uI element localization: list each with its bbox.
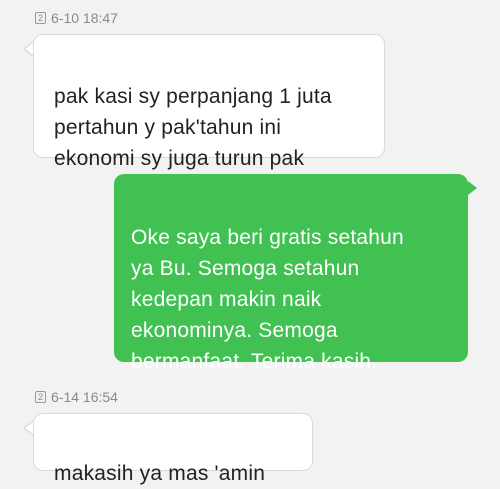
bubble-tail xyxy=(468,181,477,195)
timestamp-text: 6-10 18:47 xyxy=(51,10,118,26)
incoming-message-bubble[interactable]: pak kasi sy perpanjang 1 juta pertahun y… xyxy=(33,34,385,170)
message-timestamp: 2 6-10 18:47 xyxy=(35,9,118,27)
outgoing-message-bubble[interactable]: Oke saya beri gratis setahun ya Bu. Semo… xyxy=(114,174,468,373)
message-timestamp: 2 6-14 16:54 xyxy=(35,388,118,406)
sim-card-icon: 2 xyxy=(35,391,46,403)
message-text: pak kasi sy perpanjang 1 juta pertahun y… xyxy=(54,85,332,170)
message-text: Oke saya beri gratis setahun ya Bu. Semo… xyxy=(131,226,404,373)
timestamp-text: 6-14 16:54 xyxy=(51,389,118,405)
sim-card-icon: 2 xyxy=(35,12,46,24)
message-text: makasih ya mas 'amin xyxy=(54,462,266,485)
incoming-message-bubble[interactable]: makasih ya mas 'amin xyxy=(33,413,313,485)
